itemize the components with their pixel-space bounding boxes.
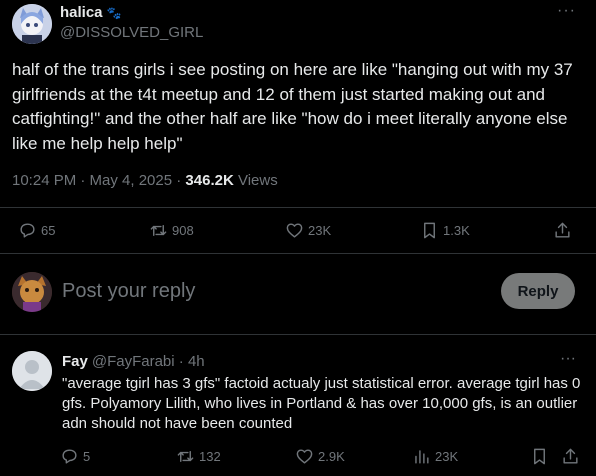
repost-icon bbox=[177, 451, 194, 462]
divider bbox=[0, 253, 596, 254]
repost-count: 908 bbox=[172, 223, 194, 238]
divider bbox=[0, 334, 596, 335]
author-avatar[interactable] bbox=[12, 4, 52, 44]
heart-icon bbox=[286, 223, 303, 238]
comment-more-icon[interactable]: ··· bbox=[560, 350, 576, 368]
comment-share-action[interactable] bbox=[561, 447, 584, 466]
bookmark-icon bbox=[534, 448, 545, 465]
share-action[interactable] bbox=[553, 221, 576, 240]
post-meta: 10:24 PM · May 4, 2025 · 346.2K Views bbox=[12, 172, 278, 189]
reply-icon bbox=[20, 223, 35, 238]
author-display-name[interactable]: halica bbox=[60, 4, 103, 21]
current-user-avatar bbox=[12, 272, 52, 312]
comment-text: "average tgirl has 3 gfs" factoid actual… bbox=[62, 375, 581, 432]
post-text: half of the trans girls i see posting on… bbox=[12, 60, 573, 153]
repost-icon bbox=[150, 225, 167, 236]
author-name-row[interactable]: halica 🐾 bbox=[60, 4, 121, 21]
comment-views-count: 23K bbox=[435, 449, 459, 464]
commenter-name-row: Fay @FayFarabi · 4h bbox=[62, 353, 205, 370]
comment-like-action[interactable]: 2.9K bbox=[295, 447, 345, 466]
comment-age[interactable]: · 4h bbox=[175, 353, 205, 370]
views-count: 346.2K bbox=[185, 172, 234, 189]
bookmark-count: 1.3K bbox=[443, 223, 470, 238]
like-count: 23K bbox=[308, 223, 332, 238]
comment-bookmark-action[interactable] bbox=[530, 447, 553, 466]
paw-emoji: 🐾 bbox=[106, 6, 122, 20]
share-icon bbox=[563, 448, 578, 464]
share-icon bbox=[555, 222, 570, 238]
post-timestamp[interactable]: 10:24 PM · May 4, 2025 · bbox=[12, 172, 185, 189]
comment-like-count: 2.9K bbox=[318, 449, 345, 464]
reply-action[interactable]: 65 bbox=[18, 221, 55, 240]
views-chart-icon bbox=[415, 450, 429, 464]
comment-reply-action[interactable]: 5 bbox=[60, 447, 90, 466]
views-label: Views bbox=[233, 172, 278, 189]
reply-button[interactable]: Reply bbox=[501, 273, 575, 309]
comment-views-action[interactable]: 23K bbox=[412, 447, 458, 466]
author-handle[interactable]: @DISSOLVED_GIRL bbox=[60, 24, 203, 41]
more-options-icon[interactable]: ··· bbox=[557, 2, 576, 20]
repost-action[interactable]: 908 bbox=[149, 221, 194, 240]
heart-icon bbox=[296, 449, 313, 464]
commenter-avatar[interactable] bbox=[12, 351, 52, 391]
reply-input[interactable]: Post your reply bbox=[62, 280, 195, 303]
comment-reply-count: 5 bbox=[83, 449, 91, 464]
commenter-display-name[interactable]: Fay bbox=[62, 353, 88, 370]
divider bbox=[0, 207, 596, 208]
comment-repost-count: 132 bbox=[199, 449, 221, 464]
commenter-handle[interactable]: @FayFarabi bbox=[92, 353, 175, 370]
reply-count: 65 bbox=[41, 223, 56, 238]
bookmark-action[interactable]: 1.3K bbox=[420, 221, 470, 240]
comment-repost-action[interactable]: 132 bbox=[176, 447, 221, 466]
like-action[interactable]: 23K bbox=[285, 221, 331, 240]
reply-icon bbox=[62, 449, 77, 464]
bookmark-icon bbox=[424, 222, 435, 239]
